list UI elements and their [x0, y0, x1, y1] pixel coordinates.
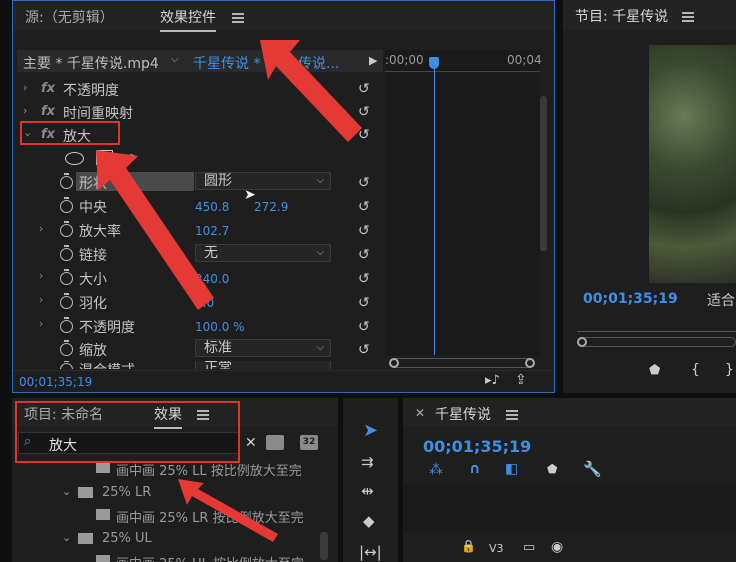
annotation-arrow-group	[96, 40, 362, 542]
arrow-to-magnify	[96, 150, 214, 310]
arrow-to-effect-tab	[260, 40, 362, 142]
arrow-to-search	[178, 479, 278, 542]
annotation-arrows	[96, 40, 362, 542]
